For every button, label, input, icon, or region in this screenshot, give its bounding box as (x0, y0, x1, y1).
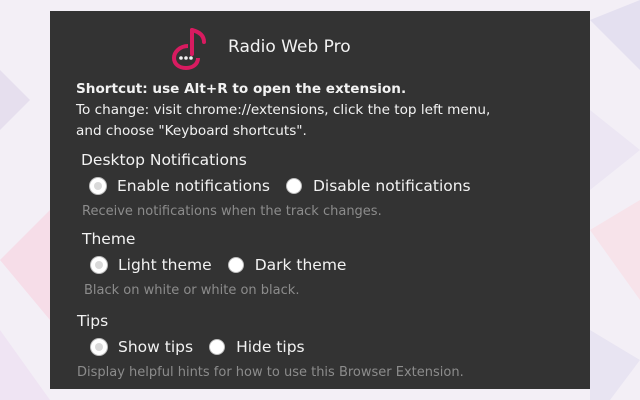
hide-tips-radio[interactable]: Hide tips (209, 338, 305, 356)
radio-label: Disable notifications (312, 177, 471, 195)
disable-notifications-radio[interactable]: Disable notifications (285, 177, 471, 195)
radio-label: Show tips (118, 338, 194, 356)
theme-options: Light theme Dark theme (91, 253, 576, 277)
light-theme-radio[interactable]: Light theme (91, 256, 212, 274)
radio-checked[interactable] (91, 257, 107, 273)
tips-options: Show tips Hide tips (91, 335, 576, 359)
notifications-title: Desktop Notifications (81, 151, 247, 169)
radio-checked[interactable] (90, 178, 106, 194)
radio-label: Enable notifications (117, 177, 270, 195)
tips-section: Tips Show tips Hide tips Display helpful… (76, 311, 576, 383)
radio-label: Dark theme (254, 256, 347, 274)
radio-unchecked[interactable] (227, 257, 244, 273)
notifications-options: Enable notifications Disable notificatio… (90, 174, 576, 198)
radio-unchecked[interactable] (209, 339, 226, 355)
tips-description: Display helpful hints for how to use thi… (77, 365, 464, 380)
change-instructions-line-2: and choose "Keyboard shortcuts". (76, 123, 307, 139)
dark-theme-radio[interactable]: Dark theme (227, 256, 347, 274)
radio-checked[interactable] (91, 339, 107, 355)
app-title: Radio Web Pro (228, 37, 351, 57)
music-note-chat-icon (171, 28, 206, 70)
theme-section: Theme Light theme Dark theme Black on wh… (76, 229, 576, 301)
notifications-section: Desktop Notifications Enable notificatio… (76, 150, 576, 222)
enable-notifications-radio[interactable]: Enable notifications (90, 177, 270, 195)
theme-title: Theme (82, 230, 136, 248)
radio-unchecked[interactable] (285, 178, 302, 194)
extension-options-panel: Radio Web Pro Shortcut: use Alt+R to ope… (50, 11, 590, 389)
change-instructions-line-1: To change: visit chrome://extensions, cl… (76, 102, 491, 118)
app-header: Radio Web Pro (170, 23, 351, 71)
notifications-description: Receive notifications when the track cha… (82, 204, 382, 219)
shortcut-text: Shortcut: use Alt+R to open the extensio… (76, 81, 407, 97)
shortcut-info: Shortcut: use Alt+R to open the extensio… (76, 79, 576, 142)
radio-label: Hide tips (236, 338, 305, 356)
radio-label: Light theme (118, 256, 212, 274)
tips-title: Tips (77, 312, 109, 330)
show-tips-radio[interactable]: Show tips (91, 338, 193, 356)
theme-description: Black on white or white on black. (84, 283, 300, 298)
